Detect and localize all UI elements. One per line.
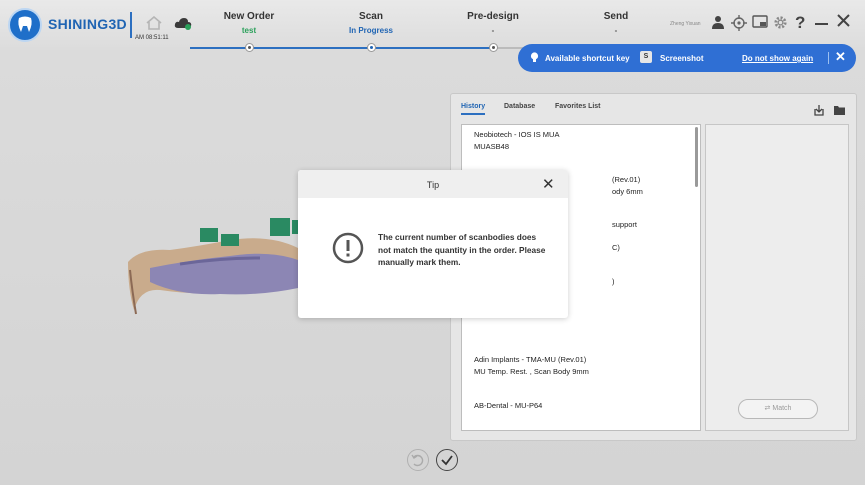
item-detail: ody 6mm	[612, 187, 643, 196]
tip-dialog: Tip ✕ The current number of scanbodies d…	[298, 170, 568, 318]
shortcut-action: Screenshot	[660, 54, 704, 63]
step-title: Scan	[359, 11, 383, 22]
logo-icon	[8, 8, 42, 42]
item-title: Adin Implants - TMA-MU (Rev.01)	[474, 355, 587, 364]
do-not-show-again-link[interactable]: Do not show again	[742, 54, 813, 63]
bulb-icon	[530, 52, 539, 66]
step-pre-design[interactable]: Pre-design -	[433, 11, 553, 35]
step-send[interactable]: Send -	[556, 11, 676, 35]
step-status: -	[491, 26, 495, 35]
undo-icon	[411, 454, 424, 467]
step-scan[interactable]: Scan In Progress	[311, 11, 431, 35]
home-icon[interactable]	[146, 15, 162, 35]
gear-icon[interactable]	[773, 15, 788, 35]
logo-text: SHINING3D	[48, 16, 127, 32]
tab-history[interactable]: History	[461, 103, 486, 115]
progress-line	[190, 47, 492, 49]
item-detail: MUASB48	[474, 142, 510, 151]
step-node	[489, 43, 498, 52]
item-title: AB-Dental - MU-P64	[474, 401, 543, 410]
check-icon	[441, 455, 453, 466]
clock-text: AM 08:51:11	[135, 35, 169, 41]
list-item[interactable]: C)	[612, 242, 620, 254]
screen-icon[interactable]	[752, 15, 768, 34]
step-title: Pre-design	[467, 11, 519, 22]
minimize-icon[interactable]	[815, 23, 828, 25]
warning-icon	[332, 232, 364, 269]
item-title: C)	[612, 243, 620, 252]
top-bar: SHINING3D AM 08:51:11 New Order test Sca…	[0, 0, 865, 52]
divider	[130, 12, 132, 38]
dialog-title: Tip	[426, 180, 440, 190]
tab-database[interactable]: Database	[504, 103, 535, 110]
step-new-order[interactable]: New Order test	[189, 11, 309, 35]
step-node-active	[367, 43, 376, 52]
swap-icon: ⇄	[764, 405, 771, 412]
undo-button[interactable]	[407, 449, 429, 471]
step-status: In Progress	[348, 26, 393, 35]
item-title: Neobiotech - IOS IS MUA	[474, 130, 560, 139]
item-title: (Rev.01)	[612, 175, 641, 184]
scan-model[interactable]	[120, 210, 310, 320]
list-item[interactable]: AB-Dental - MU-P64	[474, 400, 542, 412]
folder-icon[interactable]	[833, 103, 846, 121]
step-status: -	[614, 26, 618, 35]
user-name: Zheng Yixuan	[670, 21, 701, 27]
step-node	[245, 43, 254, 52]
tab-favorites-list[interactable]: Favorites List	[555, 103, 601, 110]
dialog-message: The current number of scanbodies does no…	[378, 232, 546, 267]
preview-area: ⇄ Match	[705, 124, 849, 431]
step-title: New Order	[223, 11, 275, 22]
banner-close-icon[interactable]: ✕	[835, 50, 846, 64]
match-label: Match	[772, 405, 792, 412]
item-title: support	[612, 220, 638, 229]
list-item[interactable]: support	[612, 219, 637, 231]
dialog-header: Tip ✕	[298, 170, 568, 198]
list-item[interactable]: )	[612, 276, 615, 288]
match-button[interactable]: ⇄ Match	[738, 399, 818, 419]
close-icon[interactable]	[837, 14, 850, 32]
list-item[interactable]: Adin Implants - TMA-MU (Rev.01) MU Temp.…	[474, 354, 589, 378]
dialog-close-icon[interactable]: ✕	[542, 175, 555, 193]
list-item[interactable]: Neobiotech - IOS IS MUA MUASB48	[474, 129, 559, 153]
item-title: )	[612, 277, 615, 286]
help-icon[interactable]: ?	[795, 13, 805, 33]
scrollbar[interactable]	[695, 127, 698, 187]
divider	[828, 52, 829, 64]
shortcut-banner: Available shortcut key S Screenshot Do n…	[518, 44, 856, 72]
shortcut-key: S	[640, 51, 652, 63]
shortcut-label: Available shortcut key	[545, 54, 630, 63]
import-icon[interactable]	[813, 103, 825, 121]
item-detail: MU Temp. Rest. , Scan Body 9mm	[474, 367, 589, 376]
confirm-button[interactable]	[436, 449, 458, 471]
list-item[interactable]: (Rev.01) ody 6mm	[612, 174, 643, 198]
user-icon[interactable]	[711, 15, 725, 34]
step-title: Send	[603, 11, 629, 22]
crosshair-icon[interactable]	[731, 15, 747, 36]
step-status: test	[241, 26, 257, 35]
